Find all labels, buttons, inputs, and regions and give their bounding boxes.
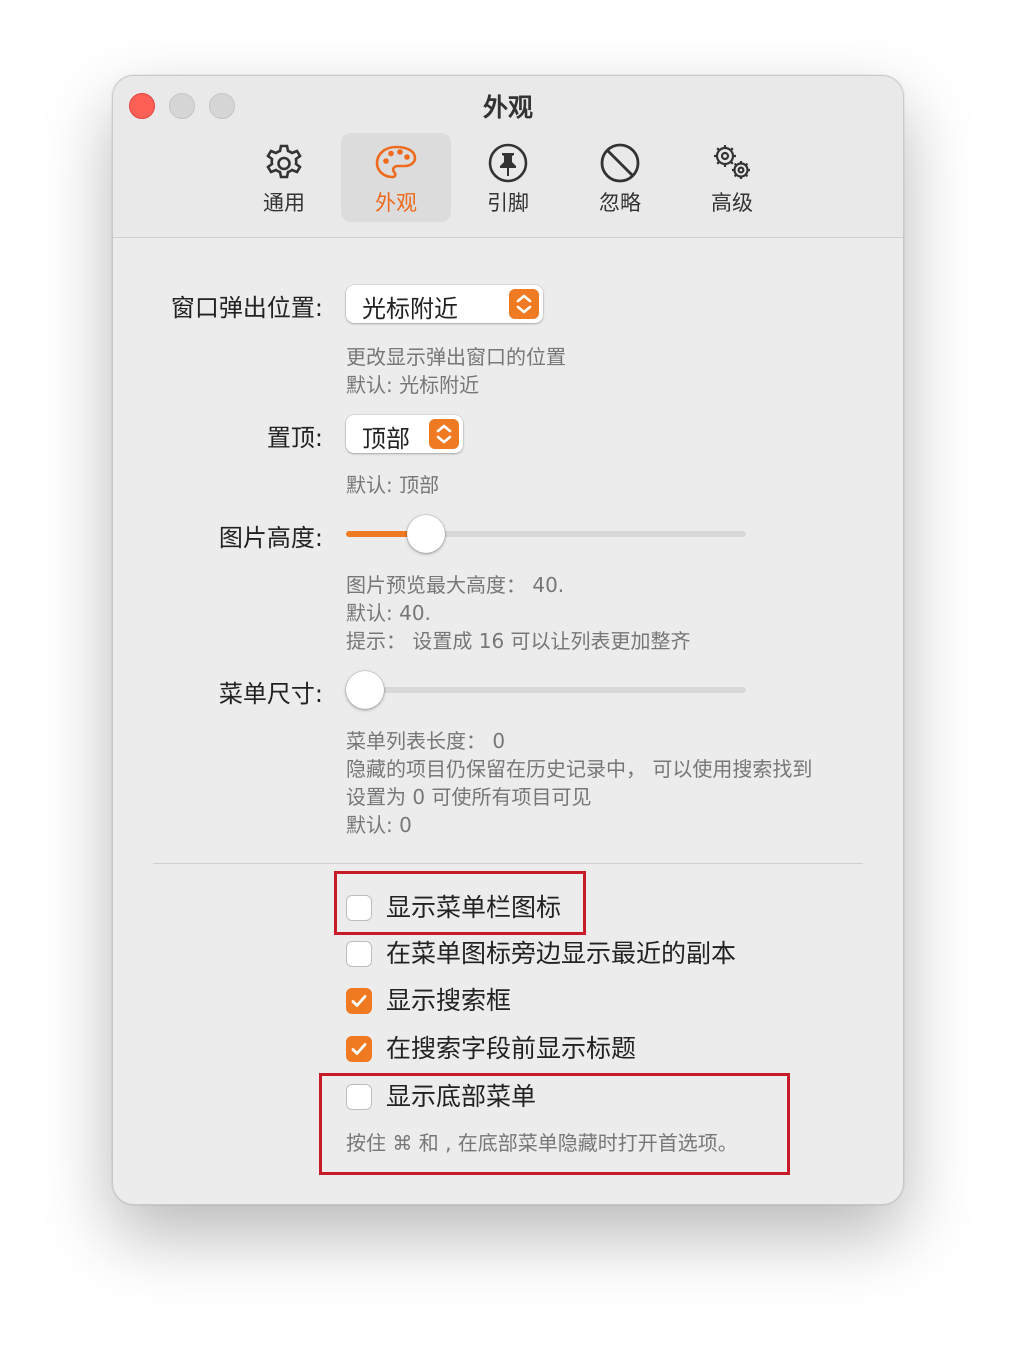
chevron-updown-icon: [509, 289, 539, 319]
menu-size-slider[interactable]: [346, 687, 746, 693]
pin-to-label: 置顶:: [266, 424, 323, 452]
pin-to-help: 默认: 顶部: [346, 473, 440, 497]
tab-label: 外观: [375, 191, 417, 215]
gears-icon: [714, 145, 750, 179]
pin-icon: [488, 143, 528, 183]
tab-label: 高级: [711, 191, 753, 215]
tab-label: 引脚: [487, 191, 529, 215]
checkbox-label: 在搜索字段前显示标题: [386, 1034, 637, 1063]
tab-label: 通用: [263, 191, 305, 215]
chevron-updown-icon: [429, 419, 459, 449]
popup-position-label: 窗口弹出位置:: [170, 294, 323, 322]
tab-ignore[interactable]: 忽略: [565, 133, 675, 222]
pin-to-value: 顶部: [362, 425, 410, 453]
prohibit-icon: [600, 143, 640, 183]
tab-general[interactable]: 通用: [229, 133, 339, 222]
checkbox-box[interactable]: [346, 988, 372, 1014]
toolbar: 外观 通用 外观 引脚 忽略 高级: [113, 76, 903, 238]
menu-size-label: 菜单尺寸:: [218, 680, 323, 708]
preferences-window: 外观 通用 外观 引脚 忽略 高级 窗口弹出位置: 光标附近 更改显示弹出窗口的…: [112, 75, 904, 1205]
popup-position-select[interactable]: 光标附近: [346, 285, 543, 323]
pin-to-select[interactable]: 顶部: [346, 415, 463, 453]
gear-icon: [266, 144, 302, 179]
image-height-help: 图片预览最大高度： 40. 默认: 40. 提示： 设置成 16 可以让列表更加…: [346, 573, 691, 653]
popup-position-help: 更改显示弹出窗口的位置 默认: 光标附近: [346, 345, 566, 397]
tab-advanced[interactable]: 高级: [677, 133, 787, 222]
tab-appearance[interactable]: 外观: [341, 133, 451, 222]
checkmark-icon: [351, 1043, 367, 1055]
highlight-box: [334, 871, 586, 935]
checkbox-label: 在菜单图标旁边显示最近的副本: [386, 939, 737, 968]
checkbox-label: 显示搜索框: [386, 986, 512, 1015]
tab-pins[interactable]: 引脚: [453, 133, 563, 222]
menu-size-slider-knob[interactable]: [346, 671, 384, 709]
menu-size-help: 菜单列表长度： 0 隐藏的项目仍保留在历史记录中， 可以使用搜索找到 设置为 0…: [346, 729, 813, 837]
checkmark-icon: [351, 995, 367, 1007]
image-height-slider[interactable]: [346, 531, 746, 537]
image-height-slider-knob[interactable]: [407, 515, 445, 553]
palette-icon: [375, 145, 417, 179]
checkbox-box[interactable]: [346, 1036, 372, 1062]
window-title: 外观: [482, 93, 533, 122]
popup-position-value: 光标附近: [362, 295, 458, 323]
highlight-box: [319, 1073, 790, 1175]
tab-label: 忽略: [599, 191, 641, 215]
checkbox-box[interactable]: [346, 941, 372, 967]
image-height-label: 图片高度:: [218, 524, 323, 552]
section-divider: [153, 863, 863, 864]
